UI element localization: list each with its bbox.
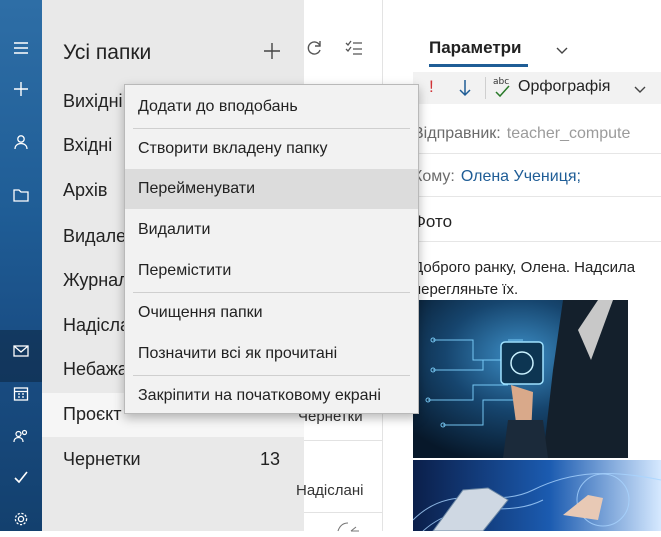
folder-context-menu: Додати до вподобань Створити вкладену па… — [124, 84, 419, 414]
to-label: Кому: — [413, 168, 455, 185]
menu-item-label: Очищення папки — [138, 304, 263, 321]
folder-label: Чернетки — [63, 449, 141, 469]
from-value: teacher_compute — [506, 125, 631, 142]
new-folder-plus-icon[interactable] — [261, 40, 283, 62]
folder-label: Небажа — [63, 359, 128, 379]
menu-item-label: Додати до вподобань — [138, 98, 298, 115]
body-line: перегляньте їх. — [413, 281, 519, 298]
menu-item-label: Закріпити на початковому екрані — [138, 387, 381, 404]
menu-item-label: Перейменувати — [138, 180, 255, 197]
app-navigation-rail — [0, 0, 42, 531]
tab-options[interactable]: Параметри — [429, 38, 521, 58]
menu-item-mark-all-read[interactable]: Позначити всі як прочитані — [125, 334, 418, 374]
unread-count-badge: 13 — [259, 449, 280, 469]
person-icon[interactable] — [0, 125, 42, 159]
folder-label: Видале — [63, 226, 127, 246]
people-icon[interactable] — [0, 419, 42, 453]
list-item-sent[interactable]: Надіслані — [296, 482, 374, 499]
tab-underline — [429, 64, 528, 67]
menu-item-delete[interactable]: Видалити — [125, 210, 418, 250]
chevron-down-icon[interactable] — [633, 81, 647, 95]
menu-item-add-to-favorites[interactable]: Додати до вподобань — [125, 87, 418, 127]
photo-attachment-businessman[interactable] — [413, 300, 628, 458]
spelling-icon[interactable]: abc — [493, 77, 515, 98]
calendar-icon[interactable] — [0, 377, 42, 411]
menu-item-label: Позначити всі як прочитані — [138, 345, 338, 362]
reply-icons — [334, 518, 368, 532]
list-divider — [304, 440, 382, 441]
toolbar-divider — [485, 77, 486, 99]
sync-icon[interactable] — [304, 38, 324, 58]
low-importance-arrow-icon[interactable] — [457, 79, 473, 97]
folder-icon[interactable] — [0, 178, 42, 212]
menu-item-label: Видалити — [138, 221, 211, 238]
from-field: Відправник: teacher_compute — [413, 125, 661, 143]
mail-icon[interactable] — [0, 334, 42, 368]
menu-item-label: Перемістити — [138, 262, 232, 279]
folder-label: Проєкт — [63, 404, 122, 424]
chevron-down-icon[interactable] — [555, 42, 569, 56]
menu-item-empty-folder[interactable]: Очищення папки — [125, 293, 418, 333]
from-label: Відправник: — [413, 125, 501, 142]
field-divider — [413, 153, 661, 154]
folder-label: Архів — [63, 180, 108, 200]
menu-item-pin-to-start[interactable]: Закріпити на початковому екрані — [125, 376, 418, 416]
spelling-button[interactable]: Орфографія — [518, 78, 610, 96]
folder-label: Вихідні — [63, 91, 123, 111]
field-divider — [413, 241, 661, 242]
folder-label: Вхідні — [63, 135, 113, 155]
todo-icon[interactable] — [0, 460, 42, 494]
menu-item-create-subfolder[interactable]: Створити вкладену папку — [125, 129, 418, 169]
formatting-toolbar: ! abc Орфографія — [413, 72, 661, 104]
menu-item-label: Створити вкладену папку — [138, 140, 328, 157]
body-line: Доброго ранку, Олена. Надсила — [413, 259, 636, 276]
select-mode-icon[interactable] — [344, 38, 364, 58]
to-field[interactable]: Кому: Олена Учениця; — [413, 168, 661, 186]
field-divider — [413, 196, 661, 197]
folder-label: Надісла — [63, 315, 131, 335]
folder-pane-title: Усі папки — [63, 41, 152, 64]
folder-label: Журнал — [63, 270, 129, 290]
menu-item-rename[interactable]: Перейменувати — [125, 169, 418, 209]
high-importance-button[interactable]: ! — [429, 77, 434, 97]
folder-item-drafts[interactable]: Чернетки 13 — [42, 440, 304, 480]
photo-attachment-robot-hand[interactable] — [413, 460, 661, 531]
menu-item-move[interactable]: Перемістити — [125, 251, 418, 291]
to-recipient[interactable]: Олена Учениця; — [461, 168, 581, 185]
spelling-abc-text: abc — [493, 77, 510, 87]
hamburger-icon[interactable] — [0, 31, 42, 65]
reading-pane: Параметри ! abc Орфографія Відправник: te… — [383, 0, 661, 531]
plus-icon[interactable] — [0, 72, 42, 106]
message-body[interactable]: Доброго ранку, Олена. Надсила перегляньт… — [413, 257, 661, 301]
list-divider — [304, 512, 382, 513]
